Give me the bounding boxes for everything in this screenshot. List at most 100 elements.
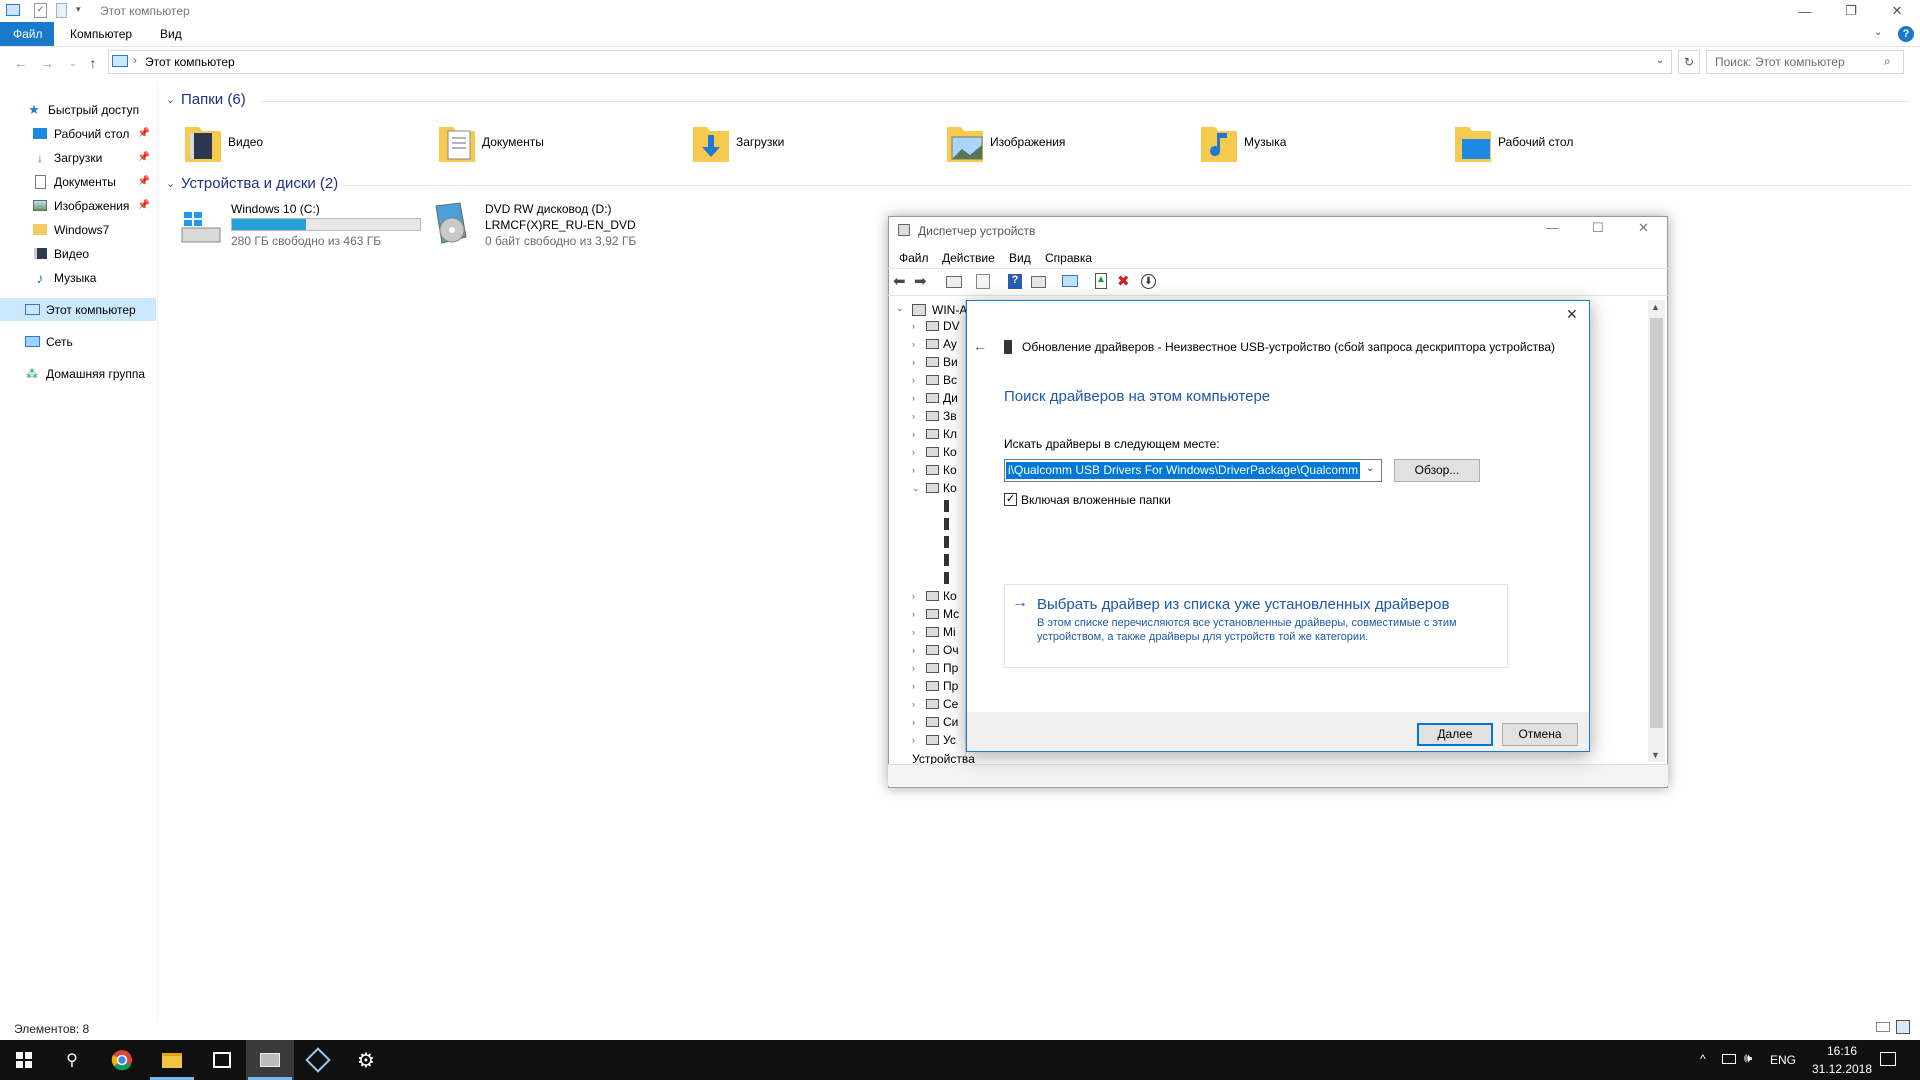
tree-expand-icon[interactable]: › bbox=[912, 645, 926, 655]
tree-expand-icon[interactable]: › bbox=[912, 429, 926, 439]
virtualbox-icon[interactable] bbox=[294, 1040, 342, 1080]
tree-category[interactable]: › Ди bbox=[912, 390, 968, 406]
tree-expand-icon[interactable]: › bbox=[912, 663, 926, 673]
dm-menu-view[interactable]: Вид bbox=[1009, 251, 1031, 265]
tree-category[interactable]: › Ко bbox=[912, 444, 968, 460]
tab-computer[interactable]: Компьютер bbox=[56, 22, 146, 46]
forward-arrow-icon[interactable]: ➡ bbox=[914, 272, 927, 290]
tree-child-device[interactable] bbox=[944, 552, 968, 568]
folder-music[interactable]: Музыка bbox=[1200, 114, 1440, 170]
dialog-close-button[interactable]: ✕ bbox=[1566, 306, 1578, 323]
uninstall-device-icon[interactable]: ✖ bbox=[1117, 272, 1130, 290]
back-arrow-icon[interactable]: ⬅ bbox=[893, 272, 906, 290]
cancel-button[interactable]: Отмена bbox=[1502, 723, 1578, 746]
tree-item-imaging-devices[interactable]: Устройства обработки изображений bbox=[912, 752, 976, 764]
tree-expand-icon[interactable]: › bbox=[912, 375, 926, 385]
pin-icon[interactable]: 📌 bbox=[138, 152, 150, 163]
sidebar-item-video[interactable]: Видео bbox=[0, 242, 156, 265]
pin-icon[interactable]: 📌 bbox=[138, 128, 150, 139]
enable-device-icon[interactable]: ⬇ bbox=[1141, 274, 1156, 289]
dm-scrollbar-thumb[interactable] bbox=[1650, 318, 1663, 728]
tree-category[interactable]: › Се bbox=[912, 696, 968, 712]
tree-child-device[interactable] bbox=[944, 570, 968, 586]
scroll-down-arrow-icon[interactable]: ▼ bbox=[1651, 750, 1660, 760]
tree-root-label[interactable]: WIN-A bbox=[932, 303, 967, 317]
store-icon[interactable] bbox=[198, 1040, 246, 1080]
back-arrow-icon[interactable]: ← bbox=[973, 338, 987, 354]
tree-expand-icon[interactable]: › bbox=[912, 609, 926, 619]
tree-expand-icon[interactable]: › bbox=[912, 717, 926, 727]
back-arrow-icon[interactable]: ← bbox=[10, 54, 32, 72]
dm-minimize-button[interactable]: — bbox=[1546, 220, 1559, 235]
address-dropdown-icon[interactable]: ⌄ bbox=[1656, 55, 1664, 66]
action-center-icon[interactable] bbox=[1880, 1052, 1896, 1066]
tree-expand-icon[interactable]: › bbox=[912, 627, 926, 637]
include-subfolders-checkbox[interactable]: ✓ bbox=[1004, 493, 1017, 506]
sidebar-item-music[interactable]: ♪ Музыка bbox=[0, 266, 156, 289]
tree-category[interactable]: › Ви bbox=[912, 354, 968, 370]
clock-date[interactable]: 31.12.2018 bbox=[1804, 1062, 1880, 1076]
forward-arrow-icon[interactable]: → bbox=[36, 54, 58, 72]
sidebar-item-downloads[interactable]: ↓ Загрузки 📌 bbox=[0, 146, 156, 169]
sidebar-item-desktop[interactable]: Рабочий стол 📌 bbox=[0, 122, 156, 145]
tree-category[interactable]: › Зв bbox=[912, 408, 968, 424]
chrome-icon[interactable] bbox=[98, 1040, 146, 1080]
folder-video[interactable]: Видео bbox=[184, 114, 424, 170]
view-icon[interactable] bbox=[1031, 276, 1046, 288]
details-view-icon[interactable] bbox=[1876, 1022, 1890, 1032]
show-hide-tree-icon[interactable] bbox=[946, 276, 962, 288]
pin-icon[interactable]: 📌 bbox=[138, 200, 150, 211]
tree-category[interactable]: › Мс bbox=[912, 606, 968, 622]
new-folder-icon[interactable] bbox=[56, 3, 67, 18]
large-icons-view-icon[interactable] bbox=[1896, 1020, 1910, 1034]
device-manager-taskbar-icon[interactable] bbox=[246, 1040, 294, 1080]
start-button[interactable] bbox=[0, 1040, 48, 1080]
search-icon[interactable]: ⌕ bbox=[1884, 54, 1891, 69]
sidebar-item-windows7[interactable]: Windows7 bbox=[0, 218, 156, 241]
browse-button[interactable]: Обзор... bbox=[1394, 459, 1480, 482]
tree-category[interactable]: › Пр bbox=[912, 660, 968, 676]
tree-category[interactable]: › Пр bbox=[912, 678, 968, 694]
driver-path-value[interactable]: i\Qualcomm USB Drivers For Windows\Drive… bbox=[1006, 462, 1360, 479]
tree-expand-icon[interactable]: › bbox=[912, 465, 926, 475]
folders-section-header[interactable]: Папки (6) bbox=[181, 91, 246, 108]
dm-maximize-button[interactable]: ☐ bbox=[1592, 220, 1604, 236]
search-icon[interactable]: ⚲ bbox=[48, 1040, 96, 1080]
properties-icon[interactable] bbox=[976, 274, 990, 289]
tree-expand-icon[interactable]: › bbox=[912, 339, 926, 349]
tree-category[interactable]: › Си bbox=[912, 714, 968, 730]
folder-downloads[interactable]: Загрузки bbox=[692, 114, 932, 170]
tree-expand-icon[interactable]: › bbox=[912, 393, 926, 403]
sidebar-item-pictures[interactable]: Изображения 📌 bbox=[0, 194, 156, 217]
volume-icon[interactable]: 🕪 bbox=[1744, 1050, 1752, 1066]
sidebar-item-homegroup[interactable]: ⁂ Домашняя группа bbox=[0, 362, 156, 385]
tree-expand-icon[interactable]: › bbox=[912, 591, 926, 601]
address-bar[interactable] bbox=[108, 50, 1672, 74]
properties-icon[interactable]: ✓ bbox=[34, 3, 47, 18]
tree-expand-icon[interactable]: › bbox=[912, 447, 926, 457]
dm-close-button[interactable]: ✕ bbox=[1638, 220, 1649, 236]
collapse-chevron-icon[interactable]: ⌄ bbox=[166, 177, 175, 190]
sidebar-item-documents[interactable]: Документы 📌 bbox=[0, 170, 156, 193]
next-button[interactable]: Далее bbox=[1417, 723, 1493, 746]
sidebar-item-this-pc[interactable]: Этот компьютер bbox=[0, 298, 156, 321]
language-indicator[interactable]: ENG bbox=[1770, 1053, 1796, 1067]
tree-category[interactable]: ⌄ Ко bbox=[912, 480, 968, 496]
dm-menu-help[interactable]: Справка bbox=[1045, 251, 1092, 265]
devices-section-header[interactable]: Устройства и диски (2) bbox=[181, 175, 338, 192]
tree-expand-icon[interactable]: › bbox=[912, 735, 926, 745]
expand-ribbon-icon[interactable]: ⌄ bbox=[1874, 27, 1882, 38]
update-driver-icon[interactable]: ▲ bbox=[1095, 273, 1107, 289]
up-arrow-icon[interactable]: ↑ bbox=[82, 54, 104, 72]
tree-expand-icon[interactable]: › bbox=[912, 699, 926, 709]
tree-category[interactable]: › Кл bbox=[912, 426, 968, 442]
tree-category[interactable]: › Ус bbox=[912, 732, 968, 748]
dm-menu-action[interactable]: Действие bbox=[942, 251, 995, 265]
tree-category[interactable]: › DV bbox=[912, 318, 968, 334]
tree-category[interactable]: › Ау bbox=[912, 336, 968, 352]
quick-access-toolbar-dropdown-icon[interactable]: ▾ bbox=[76, 4, 81, 15]
clock-time[interactable]: 16:16 bbox=[1820, 1044, 1864, 1058]
sidebar-item-quick-access[interactable]: ★ Быстрый доступ bbox=[0, 98, 156, 121]
pin-icon[interactable]: 📌 bbox=[138, 176, 150, 187]
tree-category[interactable]: › Оч bbox=[912, 642, 968, 658]
